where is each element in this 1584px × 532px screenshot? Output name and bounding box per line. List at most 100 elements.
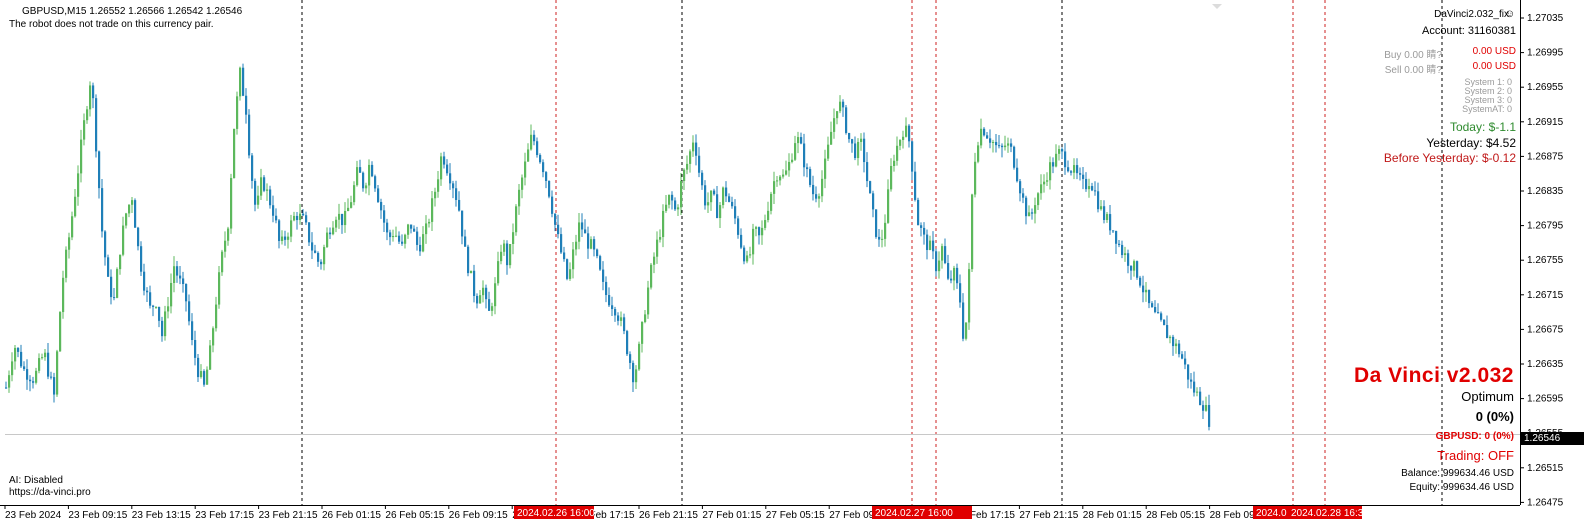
- candle-body: [1205, 405, 1208, 411]
- candle-body: [566, 259, 569, 279]
- sell-label: Sell 0.00 睛?: [1384, 65, 1442, 76]
- candle-body: [74, 196, 77, 217]
- candle-body: [1034, 205, 1037, 214]
- ea-name: DaVinci2.032_fix: [1434, 9, 1509, 20]
- candle-body: [446, 164, 449, 174]
- candle-body: [821, 178, 824, 197]
- candle-body: [371, 164, 374, 177]
- candle-body: [125, 213, 128, 226]
- candle-body: [1019, 181, 1022, 194]
- candle-body: [521, 177, 524, 190]
- candle-body: [710, 190, 713, 203]
- candle-body: [332, 227, 335, 235]
- candle-body: [356, 167, 359, 186]
- price-axis[interactable]: [1520, 0, 1584, 505]
- candle-body: [752, 228, 755, 255]
- candle-body: [38, 358, 41, 371]
- candle-body: [1076, 165, 1079, 174]
- candle-body: [11, 361, 14, 376]
- candle-body: [59, 312, 62, 352]
- candle-body: [713, 190, 716, 195]
- candle-body: [842, 101, 845, 108]
- candle-body: [968, 269, 971, 323]
- candle-body: [1031, 212, 1034, 214]
- candle-body: [659, 237, 662, 240]
- candle-body: [557, 224, 560, 235]
- candle-body: [1016, 167, 1019, 182]
- candle-body: [239, 67, 242, 97]
- candle-body: [251, 155, 254, 181]
- candle-body: [95, 98, 98, 152]
- candle-body: [749, 254, 752, 256]
- candle-body: [755, 227, 758, 229]
- candle-body: [476, 295, 479, 304]
- candle-body: [20, 351, 23, 367]
- candle-body: [959, 283, 962, 303]
- candle-body: [290, 220, 293, 237]
- candle-body: [65, 249, 68, 278]
- candle-body: [119, 254, 122, 270]
- candle-body: [992, 141, 995, 143]
- candle-body: [617, 315, 620, 321]
- candle-body: [389, 232, 392, 238]
- candle-body: [929, 240, 932, 250]
- candle-body: [110, 276, 113, 298]
- candle-body: [560, 234, 563, 253]
- candle-body: [440, 156, 443, 180]
- candle-body: [161, 320, 164, 337]
- candle-body: [1091, 186, 1094, 191]
- smiley-icon[interactable]: ☺: [1504, 8, 1515, 20]
- candle-body: [458, 199, 461, 211]
- candle-body: [986, 135, 989, 139]
- candle-body: [338, 213, 341, 220]
- candle-body: [1187, 364, 1190, 380]
- candle-body: [686, 163, 689, 170]
- candle-body: [380, 201, 383, 211]
- candle-body: [995, 141, 998, 146]
- candle-body: [602, 269, 605, 282]
- candle-body: [770, 193, 773, 211]
- candle-body: [953, 267, 956, 281]
- candle-body: [827, 144, 830, 159]
- candle-body: [491, 306, 494, 311]
- candle-body: [206, 369, 209, 385]
- candle-body: [128, 204, 131, 214]
- candle-body: [98, 151, 101, 189]
- candle-body: [536, 141, 539, 155]
- candle-body: [638, 343, 641, 370]
- candle-body: [632, 362, 635, 383]
- candle-body: [167, 306, 170, 312]
- candle-body: [767, 210, 770, 221]
- candle-body: [866, 162, 869, 182]
- candle-body: [302, 213, 305, 216]
- candle-body: [287, 236, 290, 240]
- candle-body: [296, 215, 299, 221]
- candle-body: [902, 136, 905, 140]
- candle-body: [680, 181, 683, 208]
- candle-body: [1040, 184, 1043, 194]
- candle-body: [230, 178, 233, 229]
- candle-body: [53, 377, 56, 395]
- candle-body: [800, 137, 803, 144]
- candle-body: [935, 251, 938, 272]
- candle-body: [158, 306, 161, 321]
- site-link[interactable]: https://da-vinci.pro: [9, 487, 91, 498]
- candle-body: [914, 171, 917, 200]
- candle-body: [803, 143, 806, 168]
- candle-body: [614, 309, 617, 316]
- candle-body: [179, 275, 182, 279]
- candle-body: [1136, 261, 1139, 278]
- candle-body: [506, 243, 509, 266]
- candle-body: [998, 145, 1001, 147]
- candle-body: [572, 249, 575, 270]
- price-chart[interactable]: 1.270351.269951.269551.269151.268751.268…: [0, 0, 1584, 531]
- chart-window[interactable]: 1.27035 1.26995 1.26955 1.26915 1.26875 1.268…: [0, 0, 1584, 531]
- candle-body: [299, 213, 302, 221]
- candle-body: [326, 232, 329, 248]
- candle-body: [650, 264, 653, 288]
- candle-body: [461, 210, 464, 237]
- candle-body: [554, 213, 557, 225]
- candle-body: [860, 138, 863, 142]
- candle-body: [665, 204, 668, 211]
- time-axis[interactable]: [0, 505, 1520, 532]
